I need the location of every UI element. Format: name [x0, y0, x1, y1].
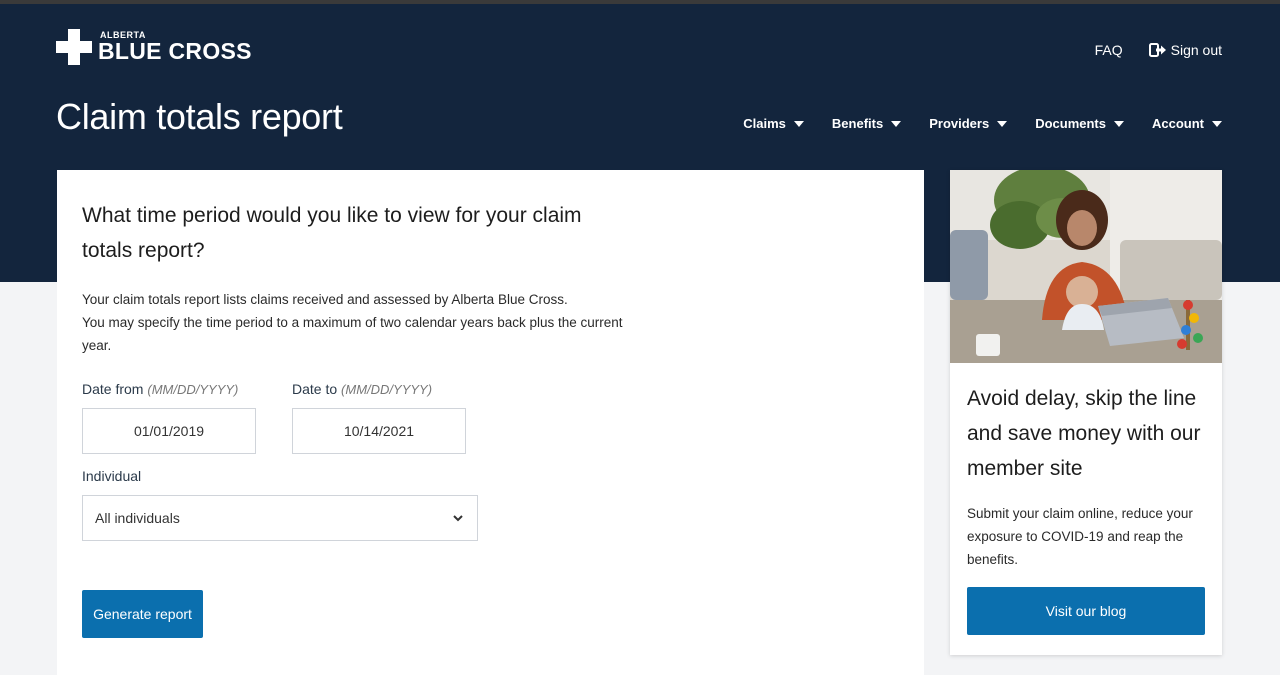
promo-photo [950, 170, 1222, 363]
logo-wordmark: ALBERTA BLUE CROSS [98, 31, 252, 63]
nav-account-label: Account [1152, 116, 1204, 131]
caret-down-icon [1114, 120, 1124, 127]
nav-account[interactable]: Account [1152, 116, 1222, 131]
form-description-line-2: You may specify the time period to a max… [82, 315, 623, 353]
caret-down-icon [997, 120, 1008, 127]
nav-benefits-label: Benefits [831, 116, 884, 131]
nav-claims-label: Claims [743, 116, 786, 131]
main-nav: Claims Benefits Providers Documents Acco… [743, 116, 1222, 131]
date-to-format-hint: (MM/DD/YYYY) [341, 382, 433, 397]
chevron-down-icon [453, 515, 463, 522]
generate-report-button[interactable]: Generate report [82, 590, 203, 638]
nav-documents[interactable]: Documents [1035, 116, 1124, 131]
date-from-format-hint: (MM/DD/YYYY) [147, 382, 239, 397]
member-site-promo-card: Avoid delay, skip the line and save mone… [950, 170, 1222, 655]
claim-report-form-card: What time period would you like to view … [57, 170, 924, 675]
form-description: Your claim totals report lists claims re… [82, 288, 632, 357]
individual-select-value: All individuals [95, 510, 180, 526]
individual-label: Individual [82, 468, 142, 484]
page-title: Claim totals report [56, 96, 343, 137]
date-from-label-text: Date from [82, 381, 144, 397]
sign-out-icon [1148, 43, 1166, 57]
sign-out-label: Sign out [1170, 42, 1222, 58]
alberta-blue-cross-logo[interactable]: ALBERTA BLUE CROSS [56, 29, 252, 65]
faq-link[interactable]: FAQ [1095, 42, 1123, 58]
cross-logo-icon [56, 29, 92, 65]
utility-links: FAQ Sign out [1095, 42, 1222, 58]
nav-benefits[interactable]: Benefits [831, 116, 902, 131]
caret-down-icon [1212, 120, 1222, 127]
form-question-heading: What time period would you like to view … [82, 204, 582, 262]
nav-providers-label: Providers [929, 116, 990, 131]
date-to-label: Date to (MM/DD/YYYY) [292, 381, 432, 397]
visit-blog-button[interactable]: Visit our blog [967, 587, 1205, 635]
mother-child-laptop-image [950, 170, 1222, 363]
nav-providers[interactable]: Providers [929, 116, 1008, 131]
promo-description: Submit your claim online, reduce your ex… [967, 506, 1193, 567]
logo-big-text: BLUE CROSS [98, 38, 252, 64]
caret-down-icon [793, 120, 804, 127]
sign-out-link[interactable]: Sign out [1148, 42, 1222, 58]
form-description-line-1: Your claim totals report lists claims re… [82, 292, 568, 307]
date-to-input[interactable]: 10/14/2021 [292, 408, 466, 454]
date-to-label-text: Date to [292, 381, 338, 397]
date-from-input[interactable]: 01/01/2019 [82, 408, 256, 454]
nav-documents-label: Documents [1035, 116, 1106, 131]
individual-select[interactable]: All individuals [82, 495, 478, 541]
date-from-label: Date from (MM/DD/YYYY) [82, 381, 238, 397]
nav-claims[interactable]: Claims [743, 116, 804, 131]
promo-heading: Avoid delay, skip the line and save mone… [967, 387, 1201, 480]
caret-down-icon [891, 120, 902, 127]
